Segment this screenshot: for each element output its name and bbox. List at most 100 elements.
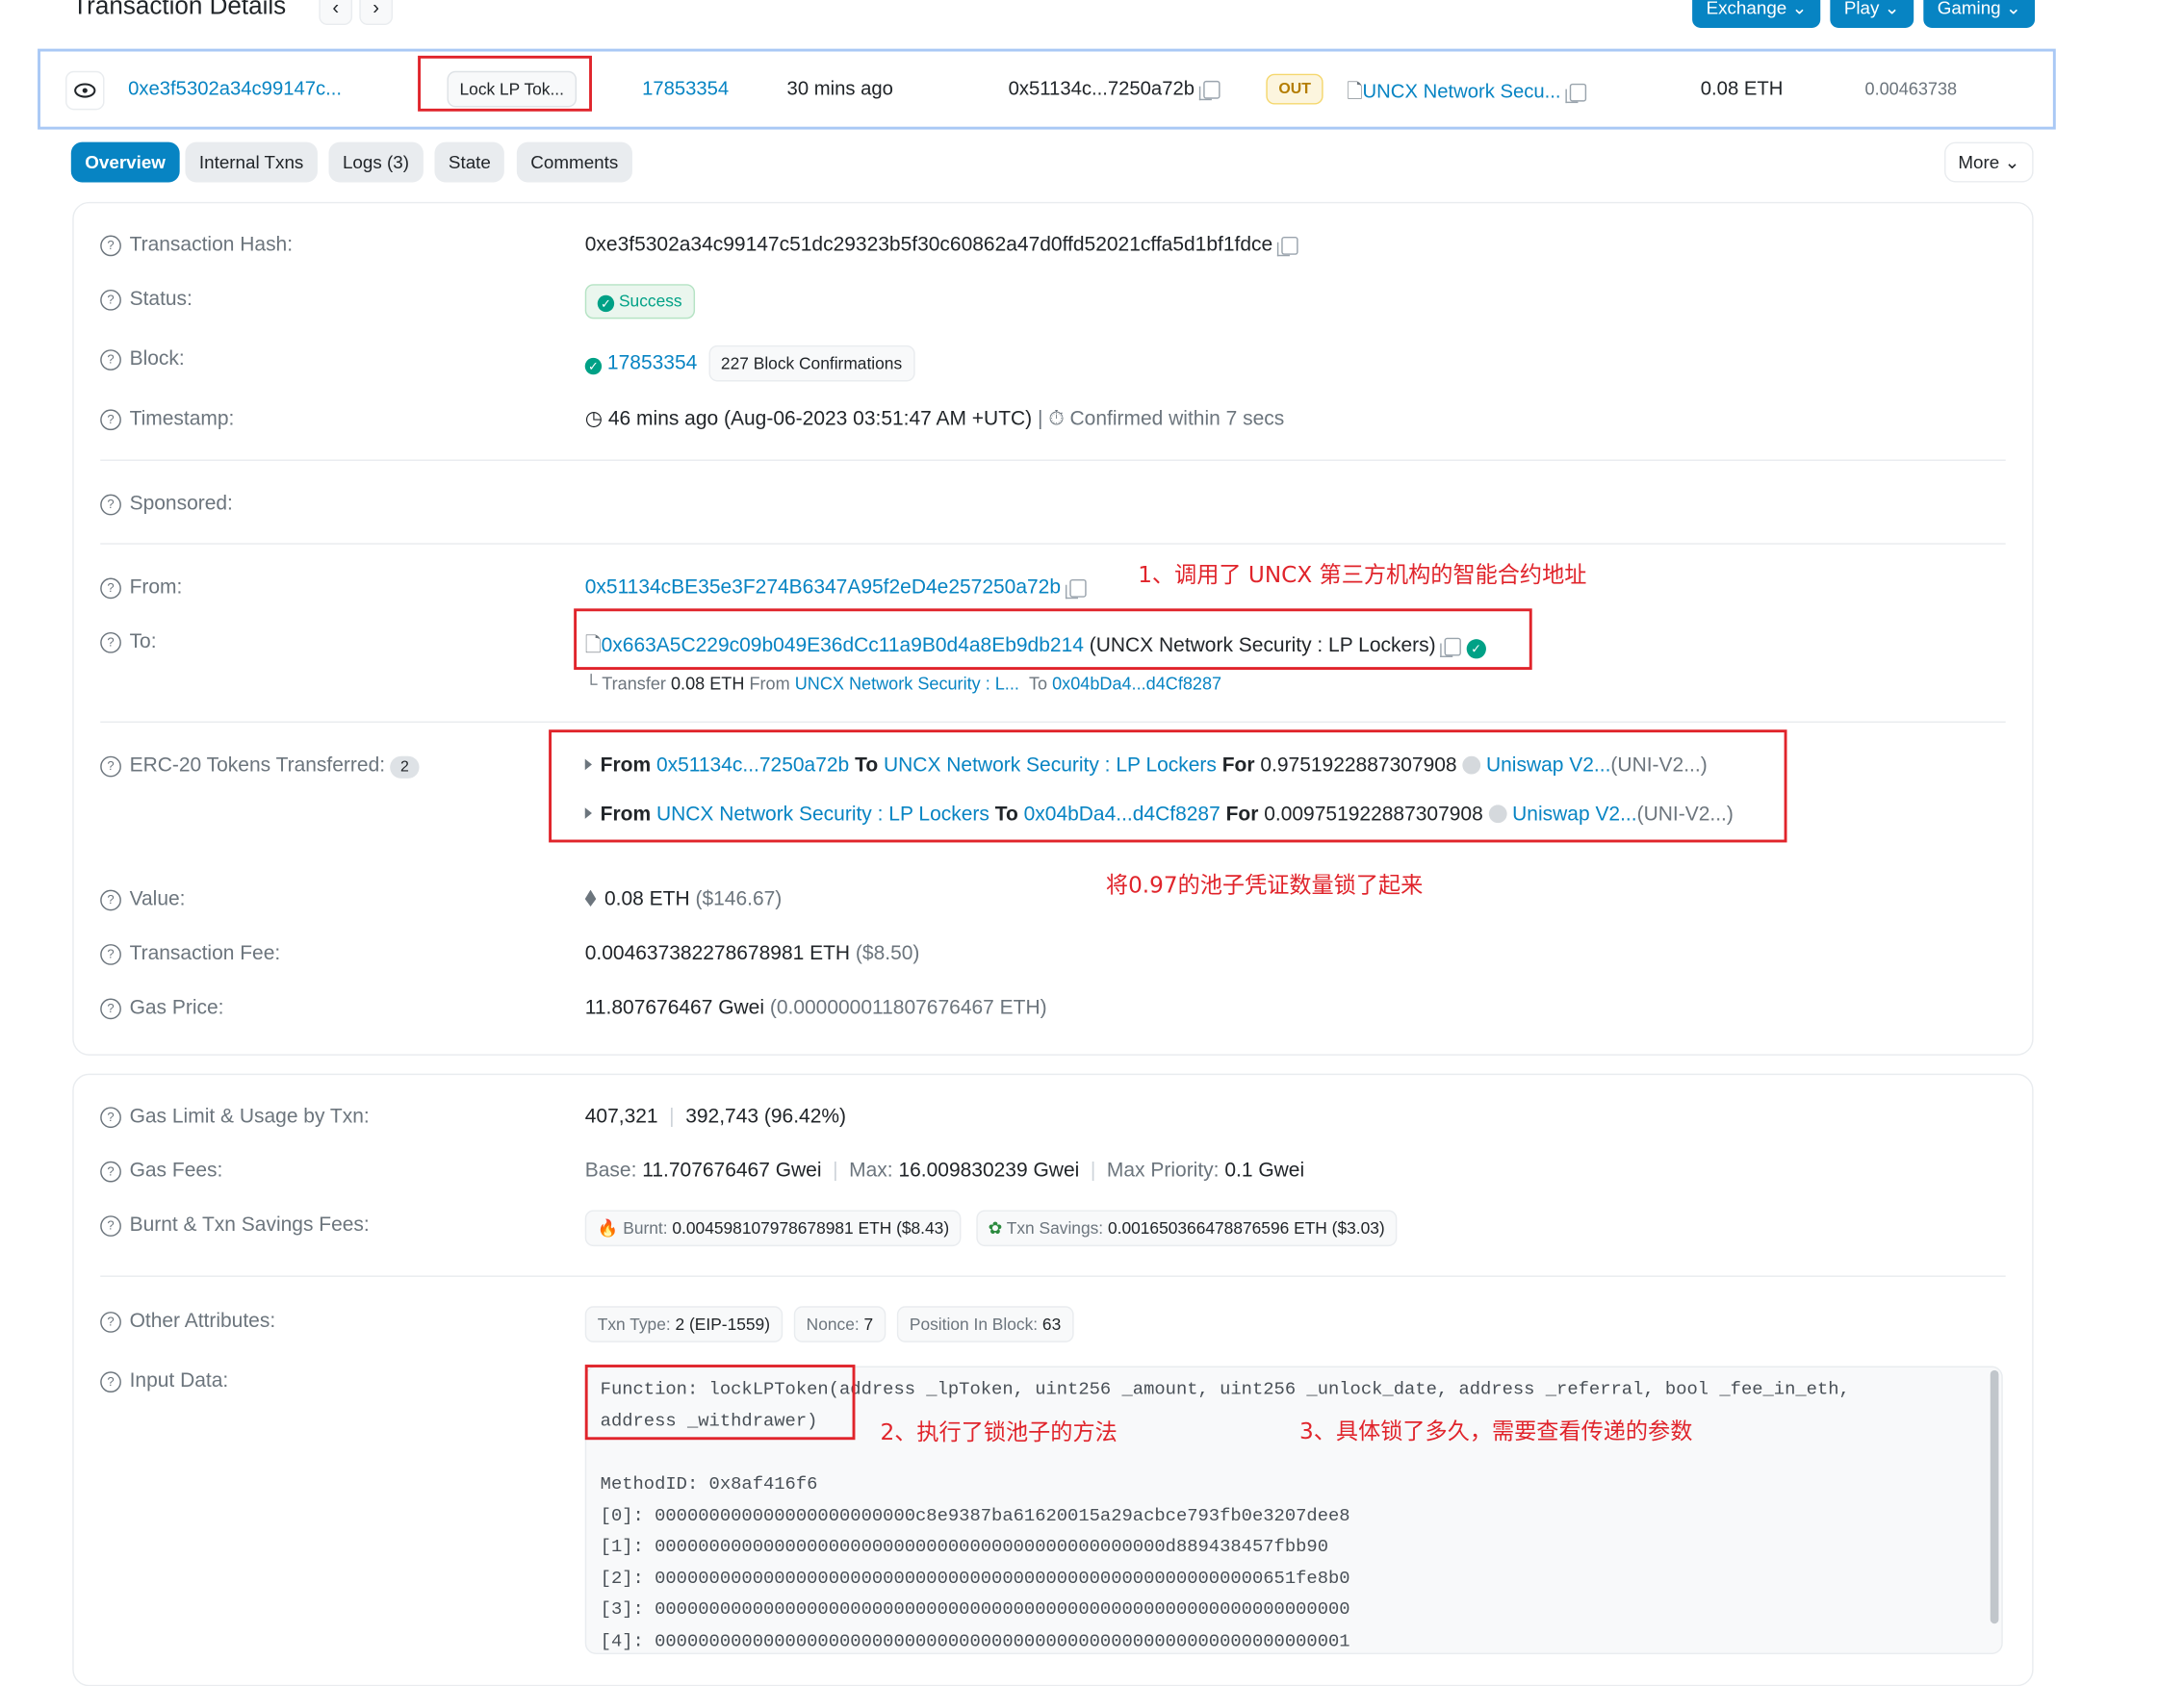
annotation-box (549, 729, 1787, 843)
label-status: ? Status: (100, 289, 193, 311)
gaming-button[interactable]: Gaming ⌄ (1923, 0, 2036, 28)
annotation-note: 将0.97的池子凭证数量锁了起来 (1105, 871, 1424, 899)
label-block: ? Block: (100, 348, 185, 370)
copy-icon[interactable] (1276, 236, 1298, 256)
gas-limit-value: 407,321 | 392,743 (96.42%) (584, 1105, 847, 1129)
label-erc20: ? ERC-20 Tokens Transferred: 2 (100, 754, 419, 779)
from-address-link[interactable]: 0x51134cBE35e3F274B6347A95f2eD4e257250a7… (585, 576, 1061, 599)
help-icon: ? (100, 1371, 121, 1392)
savings-icon: ✿ (988, 1218, 1003, 1239)
divider (100, 1275, 2006, 1277)
tab-internal-txns[interactable]: Internal Txns (185, 141, 318, 183)
divider (100, 543, 2006, 545)
tab-logs[interactable]: Logs (3) (328, 141, 424, 183)
annotation-box (418, 55, 592, 112)
play-button[interactable]: Play ⌄ (1830, 0, 1914, 28)
label-gas-fees: ? Gas Fees: (100, 1160, 222, 1183)
summary-age: 30 mins ago (786, 76, 893, 99)
from-value: 0x51134cBE35e3F274B6347A95f2eD4e257250a7… (585, 576, 1087, 599)
burnt-fees-value: 🔥 Burnt: 0.004598107978678981 ETH ($8.43… (584, 1210, 1398, 1247)
label-gas-price: ? Gas Price: (100, 997, 224, 1020)
internal-from-link[interactable]: UNCX Network Security : L... (795, 674, 1019, 693)
check-circle-icon: ✓ (597, 294, 615, 313)
value-value: 0.08 ETH ($146.67) (584, 888, 782, 910)
confirmations-badge: 227 Block Confirmations (707, 345, 915, 382)
contract-file-icon: 🗋 (1347, 79, 1363, 102)
direction-badge: OUT (1266, 73, 1323, 105)
summary-fee: 0.00463738 (1864, 79, 1958, 99)
summary-hash-link[interactable]: 0xe3f5302a34c99147c... (128, 77, 342, 99)
stopwatch-icon: ⏱ (1048, 407, 1065, 431)
help-icon: ? (100, 889, 121, 911)
burnt-badge: 🔥 Burnt: 0.004598107978678981 ETH ($8.43… (584, 1210, 963, 1247)
label-input-data: ? Input Data: (100, 1370, 228, 1392)
annotation-note: 2、执行了锁池子的方法 (880, 1418, 1118, 1445)
savings-badge: ✿ Txn Savings: 0.001650366478876596 ETH … (975, 1210, 1398, 1247)
help-icon: ? (100, 998, 121, 1020)
gas-price-value: 11.807676467 Gwei (0.000000011807676467 … (584, 997, 1047, 1020)
tab-comments[interactable]: Comments (516, 141, 632, 183)
check-circle-icon: ✓ (584, 357, 603, 375)
label-timestamp: ? Timestamp: (100, 408, 234, 431)
help-icon: ? (100, 289, 121, 311)
txn-type-badge: Txn Type: 2 (EIP-1559) (584, 1306, 784, 1342)
more-button[interactable]: More ⌄ (1944, 141, 2034, 183)
prev-txn-button[interactable]: ‹ (319, 0, 353, 26)
copy-icon[interactable] (1065, 578, 1087, 599)
tab-state[interactable]: State (434, 141, 505, 183)
other-attributes-value: Txn Type: 2 (EIP-1559) Nonce: 7 Position… (584, 1306, 1074, 1342)
help-icon: ? (100, 944, 121, 965)
annotation-note: 1、调用了 UNCX 第三方机构的智能合约地址 (1138, 561, 1587, 588)
status-badge: ✓ Success (584, 284, 695, 319)
help-icon: ? (100, 494, 121, 516)
label-to: ? To: (100, 630, 157, 653)
help-icon: ? (100, 1215, 121, 1237)
label-burnt-fees: ? Burnt & Txn Savings Fees: (100, 1214, 370, 1237)
label-from: ? From: (100, 576, 182, 600)
label-sponsored: ? Sponsored: (100, 493, 233, 516)
copy-icon[interactable] (1198, 80, 1220, 100)
help-icon: ? (100, 577, 121, 600)
help-icon: ? (100, 755, 121, 778)
label-txn-hash: ? Transaction Hash: (100, 234, 293, 257)
copy-icon[interactable] (1564, 83, 1586, 103)
help-icon: ? (100, 1107, 121, 1129)
input-line: [2]: 00000000000000000000000000000000000… (600, 1568, 1350, 1590)
help-icon: ? (100, 1312, 121, 1333)
label-gas-limit: ? Gas Limit & Usage by Txn: (100, 1106, 370, 1129)
help-icon: ? (100, 235, 121, 257)
help-icon: ? (100, 349, 121, 370)
divider (100, 459, 2006, 461)
summary-from: 0x51134c...7250a72b (1009, 77, 1220, 100)
input-line: [1]: 00000000000000000000000000000000000… (600, 1536, 1328, 1557)
eye-icon[interactable] (65, 70, 105, 111)
chevron-down-icon: ⌄ (1791, 0, 1808, 18)
next-txn-button[interactable]: › (359, 0, 394, 26)
chevron-down-icon: ⌄ (1884, 0, 1900, 18)
page-title: Transaction Details (72, 0, 287, 20)
annotation-box (574, 608, 1532, 671)
annotation-note: 3、具体锁了多久，需要查看传递的参数 (1299, 1418, 1693, 1444)
eth-icon (584, 889, 597, 907)
divider (100, 721, 2006, 723)
summary-value: 0.08 ETH (1700, 76, 1784, 99)
label-value: ? Value: (100, 888, 186, 911)
internal-transfer: └ Transfer 0.08 ETH From UNCX Network Se… (584, 674, 1222, 694)
summary-to-link[interactable]: UNCX Network Secu... (1363, 79, 1561, 101)
nonce-badge: Nonce: 7 (793, 1306, 886, 1342)
input-line: MethodID: 0x8af416f6 (600, 1472, 818, 1494)
gas-fees-value: Base: 11.707676467 Gwei | Max: 16.00983023… (584, 1160, 1305, 1183)
block-link[interactable]: 17853354 (607, 352, 697, 374)
label-other-attributes: ? Other Attributes: (100, 1311, 275, 1333)
fire-icon: 🔥 (597, 1218, 619, 1239)
summary-from-address[interactable]: 0x51134c...7250a72b (1009, 77, 1195, 99)
chevron-down-icon: ⌄ (2004, 151, 2020, 173)
tab-overview[interactable]: Overview (70, 141, 180, 183)
exchange-button[interactable]: Exchange ⌄ (1692, 0, 1821, 28)
summary-block-link[interactable]: 17853354 (642, 77, 729, 99)
position-badge: Position In Block: 63 (896, 1306, 1074, 1342)
scrollbar[interactable] (1990, 1369, 1999, 1624)
txn-summary-row: 0xe3f5302a34c99147c... Lock LP Tok... 17… (38, 48, 2056, 130)
block-value: ✓ 17853354 227 Block Confirmations (584, 345, 915, 382)
internal-to-link[interactable]: 0x04bDa4...d4Cf8287 (1052, 674, 1221, 693)
